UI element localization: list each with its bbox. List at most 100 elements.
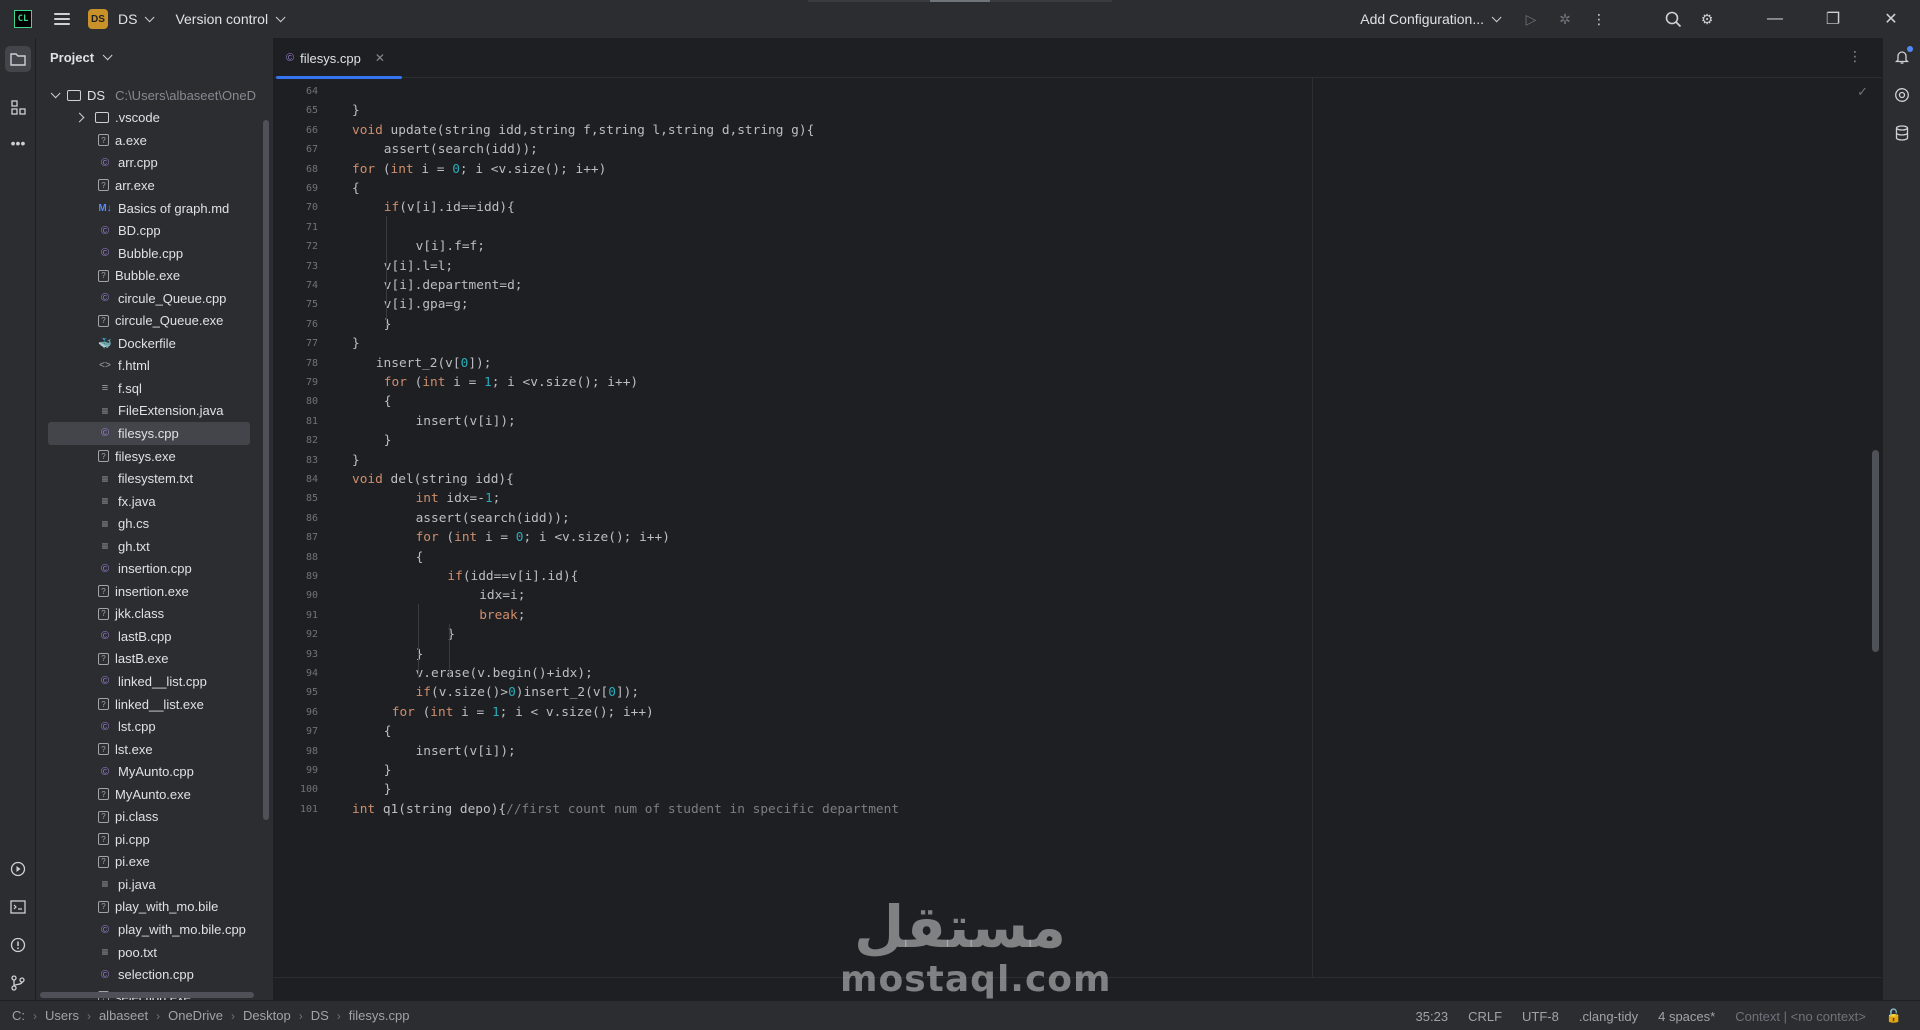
tree-item[interactable]: © filesys.cpp bbox=[48, 422, 250, 445]
tree-item[interactable]: ? linked__list.exe bbox=[36, 693, 262, 716]
code-token: for bbox=[415, 530, 439, 546]
tree-item[interactable]: ? a.exe bbox=[36, 129, 262, 152]
code-token: v[i].f=f; bbox=[415, 239, 485, 255]
services-icon[interactable] bbox=[5, 856, 31, 882]
tree-item[interactable]: ? filesys.exe bbox=[36, 445, 262, 468]
terminal-icon[interactable] bbox=[5, 894, 31, 920]
project-folder-icon[interactable] bbox=[5, 46, 31, 72]
code-editor[interactable]: } void update(string idd,string f,string … bbox=[352, 78, 1452, 978]
project-badge-icon[interactable]: DS bbox=[88, 9, 108, 29]
tree-item[interactable]: © lastB.cpp bbox=[36, 625, 262, 648]
tree-item[interactable]: ? pi.class bbox=[36, 806, 262, 829]
line-ending-selector[interactable]: CRLF bbox=[1468, 1009, 1502, 1024]
tree-item[interactable]: ? pi.exe bbox=[36, 851, 262, 874]
more-actions-icon[interactable]: ⋮ bbox=[1582, 0, 1616, 38]
tree-item[interactable]: © play_with_mo.bile.cpp bbox=[36, 918, 262, 941]
settings-gear-icon[interactable]: ⚙ bbox=[1690, 0, 1724, 38]
tab-filesys-cpp[interactable]: © filesys.cpp ✕ bbox=[274, 38, 402, 79]
git-branch-icon[interactable] bbox=[5, 970, 31, 996]
code-style-linter[interactable]: .clang-tidy bbox=[1579, 1009, 1638, 1024]
editor-vertical-scrollbar[interactable] bbox=[1872, 450, 1879, 652]
tree-item[interactable]: ≡ f.sql bbox=[36, 377, 262, 400]
project-vertical-scrollbar[interactable] bbox=[263, 120, 269, 820]
tree-item[interactable]: © BD.cpp bbox=[36, 219, 262, 242]
project-view-selector[interactable]: Project bbox=[36, 38, 273, 76]
restore-window-button[interactable]: ❐ bbox=[1804, 0, 1862, 38]
tree-item[interactable]: ? insertion.exe bbox=[36, 580, 262, 603]
tree-item[interactable]: .vscode bbox=[36, 107, 262, 130]
breadcrumb-item[interactable]: DS bbox=[311, 1008, 329, 1023]
line-number: 89 bbox=[305, 571, 318, 582]
version-control-menu[interactable]: Version control bbox=[151, 0, 286, 38]
tree-item[interactable]: © insertion.cpp bbox=[36, 557, 262, 580]
project-horizontal-scrollbar[interactable] bbox=[40, 992, 254, 998]
tree-item[interactable]: ? arr.exe bbox=[36, 174, 262, 197]
tree-item[interactable]: © selection.cpp bbox=[36, 963, 262, 986]
tree-item[interactable]: ≡ gh.txt bbox=[36, 535, 262, 558]
close-window-button[interactable]: ✕ bbox=[1862, 0, 1920, 38]
tree-item-label: insertion.exe bbox=[115, 583, 189, 599]
breadcrumb-item[interactable]: Users bbox=[45, 1008, 79, 1023]
tree-item[interactable]: ≡ poo.txt bbox=[36, 941, 262, 964]
breadcrumb-item[interactable]: OneDrive bbox=[168, 1008, 223, 1023]
tree-item[interactable]: ≡ FileExtension.java bbox=[36, 400, 262, 423]
ai-assistant-icon[interactable] bbox=[1893, 86, 1911, 104]
chevron-down-icon[interactable] bbox=[50, 88, 61, 99]
tree-item[interactable]: M↓ Basics of graph.md bbox=[36, 197, 262, 220]
read-only-lock-icon[interactable]: 🔓 bbox=[1886, 1008, 1902, 1024]
close-tab-icon[interactable]: ✕ bbox=[375, 51, 385, 65]
tree-item[interactable]: ? MyAunto.exe bbox=[36, 783, 262, 806]
minimize-window-button[interactable]: — bbox=[1746, 0, 1804, 38]
cpp-file-icon: © bbox=[100, 765, 110, 778]
tree-item[interactable]: © arr.cpp bbox=[36, 152, 262, 175]
tab-label: filesys.cpp bbox=[300, 50, 361, 66]
database-icon[interactable] bbox=[1893, 124, 1911, 142]
tree-item[interactable]: ≡ pi.java bbox=[36, 873, 262, 896]
tree-item[interactable]: ≡ fx.java bbox=[36, 490, 262, 513]
breadcrumb-item[interactable]: Desktop bbox=[243, 1008, 291, 1023]
caret-position[interactable]: 35:23 bbox=[1416, 1009, 1449, 1024]
debug-icon[interactable]: ✲ bbox=[1548, 0, 1582, 38]
notifications-bell-icon[interactable] bbox=[1893, 46, 1913, 66]
tree-item[interactable]: © lst.cpp bbox=[36, 715, 262, 738]
tab-options-icon[interactable]: ⋮ bbox=[1848, 48, 1862, 65]
tree-item[interactable]: ? play_with_mo.bile bbox=[36, 896, 262, 919]
breadcrumb-item[interactable]: albaseet bbox=[99, 1008, 148, 1023]
inspections-ok-icon[interactable]: ✓ bbox=[1857, 84, 1868, 100]
search-icon[interactable] bbox=[1656, 0, 1690, 38]
problems-icon[interactable] bbox=[5, 932, 31, 958]
indent-selector[interactable]: 4 spaces* bbox=[1658, 1009, 1715, 1024]
line-number: 76 bbox=[305, 318, 318, 330]
tree-item[interactable]: ≡ filesystem.txt bbox=[36, 467, 262, 490]
encoding-selector[interactable]: UTF-8 bbox=[1522, 1009, 1559, 1024]
code-token: void bbox=[352, 472, 383, 487]
tree-item[interactable]: © linked__list.cpp bbox=[36, 670, 262, 693]
code-line: v[i].f=f; bbox=[416, 239, 485, 254]
tree-item[interactable]: © MyAunto.cpp bbox=[36, 760, 262, 783]
tree-item[interactable]: <> f.html bbox=[36, 355, 262, 378]
tree-item[interactable]: © circule_Queue.cpp bbox=[36, 287, 262, 310]
tree-item-label: arr.exe bbox=[115, 177, 155, 193]
tree-item[interactable]: © Bubble.cpp bbox=[36, 242, 262, 265]
tree-item[interactable]: ? jkk.class bbox=[36, 603, 262, 626]
more-tools-icon[interactable]: ••• bbox=[5, 130, 31, 156]
tree-item[interactable]: 🐳 Dockerfile bbox=[36, 332, 262, 355]
main-menu-button[interactable] bbox=[54, 13, 70, 25]
chevron-right-icon[interactable] bbox=[74, 112, 85, 123]
structure-icon[interactable] bbox=[5, 94, 31, 120]
tree-item[interactable]: ? circule_Queue.exe bbox=[36, 309, 262, 332]
tree-root-ds[interactable]: DS C:\Users\albaseet\OneD bbox=[36, 84, 262, 107]
project-switcher[interactable]: DS bbox=[108, 0, 156, 38]
tree-item[interactable]: ? lst.exe bbox=[36, 738, 262, 761]
breadcrumb-item[interactable]: filesys.cpp bbox=[349, 1008, 410, 1023]
run-icon[interactable]: ▷ bbox=[1514, 0, 1548, 38]
tree-item[interactable]: ? pi.cpp bbox=[36, 828, 262, 851]
context-selector[interactable]: Context | <no context> bbox=[1735, 1009, 1866, 1024]
breadcrumb-item[interactable]: C: bbox=[12, 1008, 25, 1023]
root-folder-name: DS bbox=[87, 87, 106, 103]
tree-item[interactable]: ≡ gh.cs bbox=[36, 512, 262, 535]
add-configuration-button[interactable]: Add Configuration... bbox=[1360, 11, 1502, 27]
line-number: 100 bbox=[299, 784, 318, 796]
tree-item[interactable]: ? Bubble.exe bbox=[36, 264, 262, 287]
tree-item[interactable]: ? lastB.exe bbox=[36, 648, 262, 671]
